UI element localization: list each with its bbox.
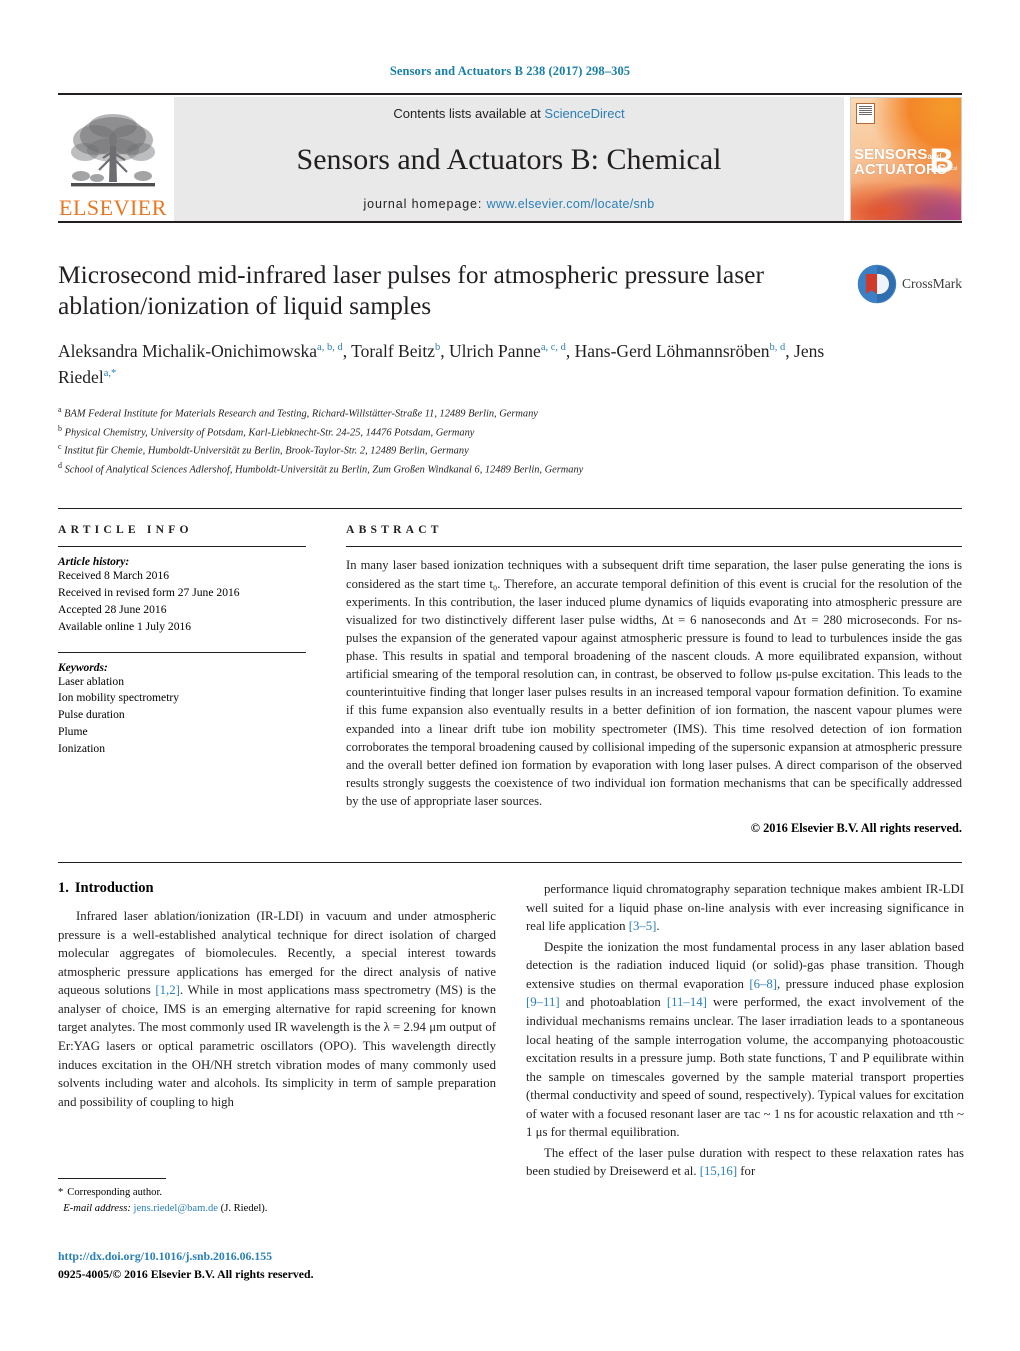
corresponding-marker: * [58, 1187, 64, 1198]
email-owner: (J. Riedel). [220, 1202, 268, 1214]
abstract-heading: ABSTRACT [346, 523, 443, 537]
article-page: Sensors and Actuators B 238 (2017) 298–3… [0, 0, 1020, 1351]
affiliation-item: b Physical Chemistry, University of Pots… [58, 423, 475, 439]
journal-cover-thumbnail: SENSORSand ACTUATORS B Chemical [850, 97, 962, 221]
affiliation-item: d School of Analytical Sciences Adlersho… [58, 460, 584, 476]
body-column-left: 1. Introduction Infrared laser ablation/i… [58, 880, 496, 1183]
keywords-divider [58, 651, 306, 653]
body-paragraph: The effect of the laser pulse duration w… [526, 1145, 964, 1179]
citation-link[interactable]: [6–8] [749, 977, 777, 991]
keyword-item: Ionization [58, 741, 106, 755]
keyword-item: Pulse duration [58, 708, 125, 722]
article-history-item: Available online 1 July 2016 [58, 619, 192, 633]
crossmark-badge[interactable]: CrossMark [856, 261, 962, 307]
cover-elsevier-mark-icon [856, 103, 875, 124]
abstract-copyright: © 2016 Elsevier B.V. All rights reserved… [750, 821, 962, 836]
homepage-prefix: journal homepage: [363, 197, 487, 211]
affiliation-item: c Institut für Chemie, Humboldt-Universi… [58, 442, 469, 457]
keywords-label: Keywords: [58, 661, 108, 674]
article-history-item: Received 8 March 2016 [58, 569, 170, 583]
author-name: Toralf Beitz [351, 341, 435, 362]
author-name: Ulrich Panne [448, 341, 541, 362]
author-list: Aleksandra Michalik-Onichimowskaa, b, d,… [58, 341, 825, 388]
keyword-item: Ion mobility spectrometry [58, 691, 180, 705]
body-paragraph: performance liquid chromatography separa… [526, 882, 964, 934]
author-affiliation-marker: a, c, d [540, 342, 566, 354]
affiliation-marker: b [58, 423, 62, 433]
abstract-divider [346, 546, 962, 548]
author-affiliation-marker: a, b, d [317, 342, 343, 354]
citation-link[interactable]: [1,2] [155, 983, 180, 997]
affiliation-marker: a [58, 405, 62, 414]
intro-right-paragraphs: performance liquid chromatography separa… [526, 880, 964, 1181]
affiliation-marker: d [58, 460, 62, 470]
journal-title: Sensors and Actuators B: Chemical [296, 142, 722, 176]
running-head: Sensors and Actuators B 238 (2017) 298–3… [389, 64, 631, 78]
contents-prefix: Contents lists available at [393, 106, 545, 121]
intro-left-paragraphs: Infrared laser ablation/ionization (IR-L… [58, 907, 496, 1111]
corresponding-author-footnote: * Corresponding author. E-mail address: j… [58, 1178, 496, 1217]
abstract-text: In many laser based ionization technique… [346, 558, 962, 808]
page-footer: http://dx.doi.org/10.1016/j.snb.2016.06.… [58, 1248, 558, 1283]
author-affiliation-marker: b, d [769, 342, 786, 354]
affiliation-item: a BAM Federal Institute for Materials Re… [58, 405, 538, 420]
abstract-column: ABSTRACT In many laser based ionization … [346, 523, 962, 836]
citation-link[interactable]: [11–14] [667, 995, 707, 1009]
author-affiliation-marker: b [434, 342, 441, 354]
issn-copyright: 0925-4005/© 2016 Elsevier B.V. All right… [58, 1266, 314, 1281]
contents-available-line: Contents lists available at ScienceDirec… [393, 106, 624, 121]
article-info-divider [58, 546, 306, 548]
section-number: 1. [58, 880, 69, 897]
body-columns: 1. Introduction Infrared laser ablation/i… [58, 862, 964, 1183]
crossmark-label: CrossMark [902, 276, 962, 291]
journal-masthead: ELSEVIER Contents lists available at Sci… [58, 93, 962, 223]
article-title: Microsecond mid-infrared laser pulses fo… [58, 260, 764, 321]
cover-series-letter: B [929, 142, 954, 181]
section-title: Introduction [74, 880, 154, 897]
cover-splash-graphic [851, 173, 961, 220]
body-paragraph: Despite the ionization the most fundamen… [526, 939, 964, 1140]
footnote-divider [58, 1178, 166, 1179]
journal-homepage-line: journal homepage: www.elsevier.com/locat… [363, 197, 654, 211]
citation-link[interactable]: [3–5] [629, 919, 657, 933]
elsevier-tree-icon [71, 114, 155, 187]
article-history-label: Article history: [58, 556, 130, 569]
journal-homepage-link[interactable]: www.elsevier.com/locate/snb [487, 197, 655, 211]
elsevier-logo: ELSEVIER [58, 97, 168, 221]
introduction-heading: 1. Introduction [58, 880, 496, 897]
body-paragraph: Infrared laser ablation/ionization (IR-L… [58, 909, 496, 1109]
author-affiliation-marker: a,* [103, 368, 117, 380]
corresponding-author-line: * Corresponding author. [58, 1185, 496, 1201]
email-label: E-mail address: [63, 1202, 131, 1214]
journal-banner: Contents lists available at ScienceDirec… [174, 97, 844, 221]
info-abstract-section: ARTICLE INFO Article history: Received 8… [58, 508, 962, 836]
article-history-lines: Received 8 March 2016 Received in revised… [58, 568, 306, 635]
article-info-column: ARTICLE INFO Article history: Received 8… [58, 523, 306, 836]
author-name: Aleksandra Michalik-Onichimowska [58, 341, 318, 362]
author-name: Hans-Gerd Löhmannsröben [574, 341, 770, 362]
article-info-heading: ARTICLE INFO [58, 523, 193, 537]
cover-series-sub: Chemical [936, 166, 957, 173]
crossmark-icon [856, 263, 898, 305]
email-link[interactable]: jens.riedel@bam.de [134, 1203, 218, 1214]
body-column-right: performance liquid chromatography separa… [526, 880, 964, 1183]
elsevier-wordmark: ELSEVIER [59, 195, 167, 220]
article-history-item: Received in revised form 27 June 2016 [58, 586, 240, 600]
keyword-item: Plume [58, 724, 88, 738]
article-history-item: Accepted 28 June 2016 [58, 602, 167, 616]
citation-link[interactable]: [9–11] [526, 995, 560, 1009]
corresponding-label: Corresponding author. [67, 1187, 163, 1198]
keyword-item: Laser ablation [58, 674, 124, 688]
sciencedirect-link[interactable]: ScienceDirect [544, 106, 624, 121]
affiliation-list: a BAM Federal Institute for Materials Re… [58, 404, 962, 478]
title-block: Microsecond mid-infrared laser pulses fo… [58, 259, 962, 478]
keyword-lines: Laser ablation Ion mobility spectrometry P… [58, 674, 306, 758]
affiliation-marker: c [58, 442, 62, 452]
email-line: E-mail address: jens.riedel@bam.de (J. R… [58, 1201, 496, 1217]
citation-link[interactable]: [15,16] [700, 1164, 737, 1178]
doi-link[interactable]: http://dx.doi.org/10.1016/j.snb.2016.06.… [58, 1248, 558, 1266]
